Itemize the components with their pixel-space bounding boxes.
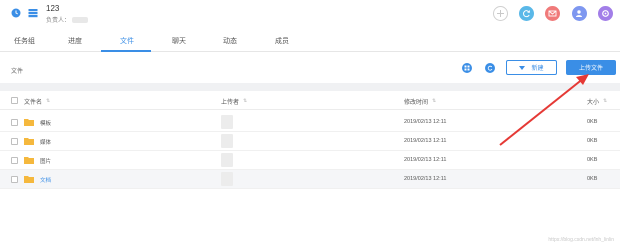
table-row[interactable] <box>0 113 620 132</box>
caret-down-icon <box>519 65 526 70</box>
section-divider <box>0 83 620 91</box>
uploader-avatar-blurred <box>221 153 233 167</box>
settings-icon <box>602 10 609 17</box>
row-checkbox[interactable] <box>11 157 18 164</box>
row-checkbox[interactable] <box>11 119 18 126</box>
project-header: 123 负责人： <box>0 0 620 30</box>
select-all-checkbox[interactable] <box>11 97 18 104</box>
settings-button[interactable] <box>598 6 613 21</box>
clock-icon[interactable] <box>11 8 21 18</box>
column-size[interactable]: 大小 ⇅ <box>587 97 608 107</box>
project-owner: 负责人： <box>46 15 89 24</box>
column-uploader-label: 上传者 <box>221 100 240 106</box>
new-button[interactable]: 新建 <box>506 60 557 75</box>
column-name-label: 文件名 <box>24 100 43 106</box>
file-name[interactable]: 图片 <box>40 157 51 165</box>
folder-icon <box>24 157 34 164</box>
menu-list-icon[interactable] <box>28 8 38 18</box>
uploader-avatar-blurred <box>221 172 233 186</box>
folder-icon <box>24 138 34 145</box>
file-name[interactable]: 文档 <box>40 176 51 184</box>
tab-activity[interactable]: 动态 <box>223 36 237 46</box>
reload-icon <box>487 65 493 71</box>
owner-label: 负责人： <box>46 18 71 24</box>
column-size-label: 大小 <box>587 100 600 106</box>
modified-time: 2019/02/13 12:11 <box>404 119 447 125</box>
tab-files[interactable]: 文件 <box>120 36 134 46</box>
add-button[interactable] <box>493 6 508 21</box>
sort-icon: ⇅ <box>46 98 51 104</box>
active-tab-indicator <box>101 50 151 52</box>
refresh-icon <box>523 10 531 18</box>
mail-button[interactable] <box>545 6 560 21</box>
file-table-header <box>0 91 620 110</box>
modified-time: 2019/02/13 12:11 <box>404 138 447 144</box>
file-size: 0KB <box>587 176 598 182</box>
user-edit-icon <box>576 10 582 17</box>
new-button-label: 新建 <box>531 66 544 72</box>
owner-avatar-blurred <box>72 17 89 24</box>
file-size: 0KB <box>587 138 598 144</box>
table-row[interactable] <box>0 132 620 151</box>
tab-progress[interactable]: 进度 <box>68 36 82 46</box>
uploader-avatar-blurred <box>221 134 233 148</box>
uploader-avatar-blurred <box>221 115 233 129</box>
folder-icon <box>24 176 34 183</box>
column-modified[interactable]: 修改时间 ⇅ <box>404 97 437 107</box>
file-size: 0KB <box>587 157 598 163</box>
tab-members[interactable]: 成员 <box>275 36 289 46</box>
folder-icon <box>24 119 34 126</box>
file-size: 0KB <box>587 119 598 125</box>
modified-time: 2019/02/13 12:11 <box>404 157 447 163</box>
column-modified-label: 修改时间 <box>404 100 429 106</box>
row-checkbox[interactable] <box>11 176 18 183</box>
column-name[interactable]: 文件名 ⇅ <box>24 97 51 107</box>
mail-icon <box>548 10 557 17</box>
refresh-button[interactable] <box>519 6 534 21</box>
project-tabs: 任务组 进度 文件 聊天 动态 成员 <box>0 30 620 52</box>
tab-chat[interactable]: 聊天 <box>172 36 186 46</box>
file-name[interactable]: 模板 <box>40 119 51 127</box>
row-checkbox[interactable] <box>11 138 18 145</box>
modified-time: 2019/02/13 12:11 <box>404 176 447 182</box>
plus-icon <box>497 10 504 17</box>
grid-view-icon <box>464 65 470 71</box>
file-name[interactable]: 媒体 <box>40 138 51 146</box>
sort-icon: ⇅ <box>432 98 437 104</box>
table-row[interactable] <box>0 151 620 170</box>
sort-icon: ⇅ <box>603 98 608 104</box>
column-uploader[interactable]: 上传者 ⇅ <box>221 97 248 107</box>
user-edit-button[interactable] <box>572 6 587 21</box>
tab-task-groups[interactable]: 任务组 <box>14 36 35 46</box>
breadcrumb: 文件 <box>11 69 24 75</box>
sort-icon: ⇅ <box>243 98 248 104</box>
upload-button-label: 上传文件 <box>578 66 603 72</box>
watermark: https://blog.csdn.net/lnh_linlin <box>548 237 614 243</box>
reload-button[interactable] <box>485 63 495 73</box>
grid-view-button[interactable] <box>462 63 472 73</box>
upload-file-button[interactable]: 上传文件 <box>566 60 616 75</box>
table-row[interactable] <box>0 170 620 189</box>
project-title: 123 <box>46 4 60 13</box>
